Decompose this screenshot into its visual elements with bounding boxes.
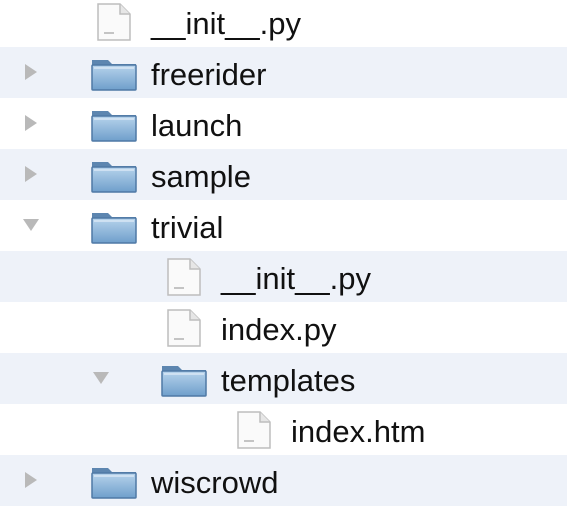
file-icon	[230, 411, 278, 449]
file-icon	[160, 258, 208, 296]
disclosure-triangle-right-icon[interactable]	[20, 112, 42, 134]
file-row[interactable]: index.py	[0, 302, 567, 353]
folder-icon	[90, 207, 138, 245]
item-label: freerider	[151, 57, 267, 92]
item-label: templates	[221, 363, 356, 398]
disclosure-triangle-right-icon[interactable]	[20, 163, 42, 185]
folder-icon	[90, 462, 138, 500]
file-tree: __init__.py freerider launch sample trivial _…	[0, 0, 567, 506]
folder-icon	[160, 360, 208, 398]
item-label: __init__.py	[151, 6, 301, 41]
folder-row[interactable]: wiscrowd	[0, 455, 567, 506]
folder-icon	[90, 156, 138, 194]
folder-row[interactable]: sample	[0, 149, 567, 200]
folder-row[interactable]: trivial	[0, 200, 567, 251]
file-icon	[90, 3, 138, 41]
folder-icon	[90, 54, 138, 92]
item-label: wiscrowd	[151, 465, 279, 500]
item-label: index.py	[221, 312, 337, 347]
folder-row[interactable]: freerider	[0, 47, 567, 98]
folder-row[interactable]: templates	[0, 353, 567, 404]
disclosure-triangle-down-icon[interactable]	[90, 367, 112, 389]
disclosure-triangle-down-icon[interactable]	[20, 214, 42, 236]
disclosure-triangle-right-icon[interactable]	[20, 61, 42, 83]
file-icon	[160, 309, 208, 347]
item-label: sample	[151, 159, 251, 194]
file-row[interactable]: __init__.py	[0, 251, 567, 302]
item-label: trivial	[151, 210, 224, 245]
item-label: launch	[151, 108, 243, 143]
file-row[interactable]: __init__.py	[0, 0, 567, 47]
folder-row[interactable]: launch	[0, 98, 567, 149]
folder-icon	[90, 105, 138, 143]
disclosure-triangle-right-icon[interactable]	[20, 469, 42, 491]
item-label: index.htm	[291, 414, 426, 449]
file-row[interactable]: index.htm	[0, 404, 567, 455]
item-label: __init__.py	[221, 261, 371, 296]
